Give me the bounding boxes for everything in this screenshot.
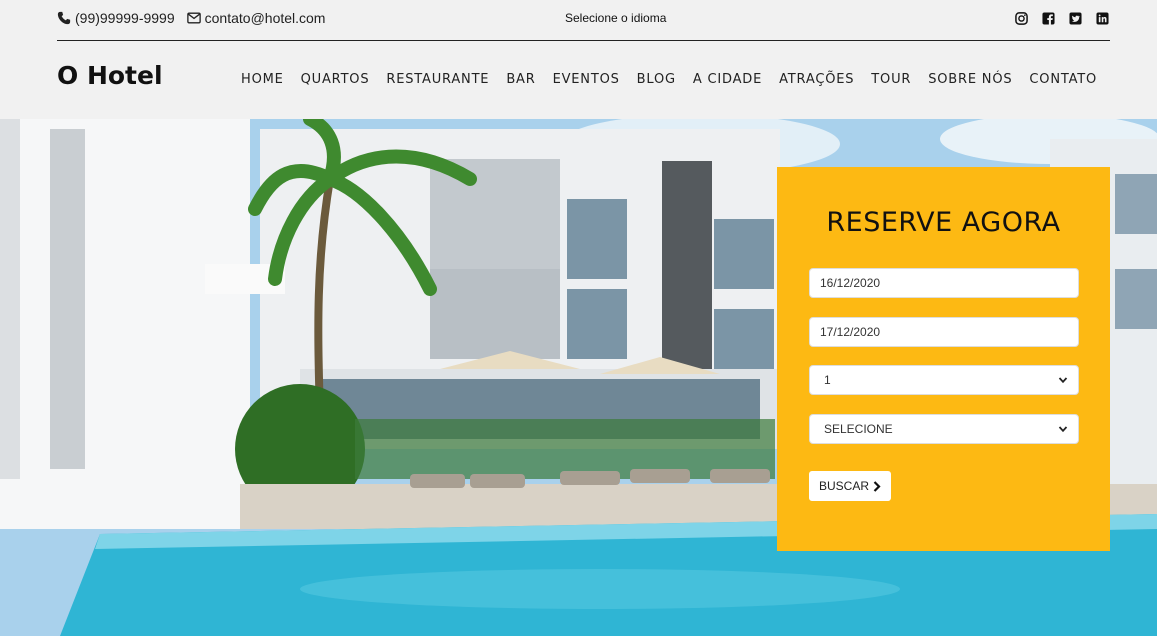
nav-bar[interactable]: BAR	[506, 72, 535, 87]
room-select[interactable]: SELECIONE	[809, 414, 1079, 444]
email-address: contato@hotel.com	[204, 10, 326, 26]
nav-blog[interactable]: BLOG	[637, 72, 676, 87]
phone-item[interactable]: (99)99999-9999	[57, 10, 175, 26]
contact-info: (99)99999-9999 contato@hotel.com	[57, 10, 337, 26]
checkin-date-input[interactable]: 16/12/2020	[809, 268, 1079, 298]
search-button[interactable]: BUSCAR	[809, 471, 892, 501]
top-bar: (99)99999-9999 contato@hotel.com Selecio…	[57, 0, 1110, 41]
phone-icon	[57, 11, 71, 25]
chevron-right-icon	[873, 480, 881, 492]
chevron-down-icon	[1058, 377, 1068, 384]
nav-quartos[interactable]: QUARTOS	[301, 72, 370, 87]
nav-sobre-nos[interactable]: SOBRE NÓS	[928, 72, 1012, 87]
main-nav: HOME QUARTOS RESTAURANTE BAR EVENTOS BLO…	[241, 72, 1114, 87]
nav-contato[interactable]: CONTATO	[1029, 72, 1097, 87]
twitter-icon[interactable]	[1069, 12, 1083, 26]
site-logo[interactable]: O Hotel	[57, 61, 163, 90]
language-selector[interactable]: Selecione o idioma	[565, 11, 666, 25]
linkedin-icon[interactable]	[1096, 12, 1110, 26]
room-select-value: SELECIONE	[824, 422, 893, 436]
nav-a-cidade[interactable]: A CIDADE	[693, 72, 762, 87]
checkout-date-input[interactable]: 17/12/2020	[809, 317, 1079, 347]
nav-atracoes[interactable]: ATRAÇÕES	[779, 72, 854, 87]
guests-select-value: 1	[824, 373, 831, 387]
instagram-icon[interactable]	[1015, 12, 1029, 26]
nav-restaurante[interactable]: RESTAURANTE	[386, 72, 489, 87]
facebook-icon[interactable]	[1042, 12, 1056, 26]
booking-form: RESERVE AGORA 16/12/2020 17/12/2020 1 SE…	[777, 167, 1110, 551]
nav-tour[interactable]: TOUR	[871, 72, 911, 87]
guests-select[interactable]: 1	[809, 365, 1079, 395]
email-item[interactable]: contato@hotel.com	[186, 10, 326, 26]
nav-home[interactable]: HOME	[241, 72, 284, 87]
social-links	[1002, 12, 1110, 26]
site-header: (99)99999-9999 contato@hotel.com Selecio…	[0, 0, 1157, 119]
chevron-down-icon	[1058, 426, 1068, 433]
phone-number: (99)99999-9999	[75, 10, 175, 26]
booking-title: RESERVE AGORA	[826, 207, 1061, 238]
nav-eventos[interactable]: EVENTOS	[553, 72, 620, 87]
envelope-icon	[186, 12, 201, 24]
search-button-label: BUSCAR	[819, 479, 870, 493]
